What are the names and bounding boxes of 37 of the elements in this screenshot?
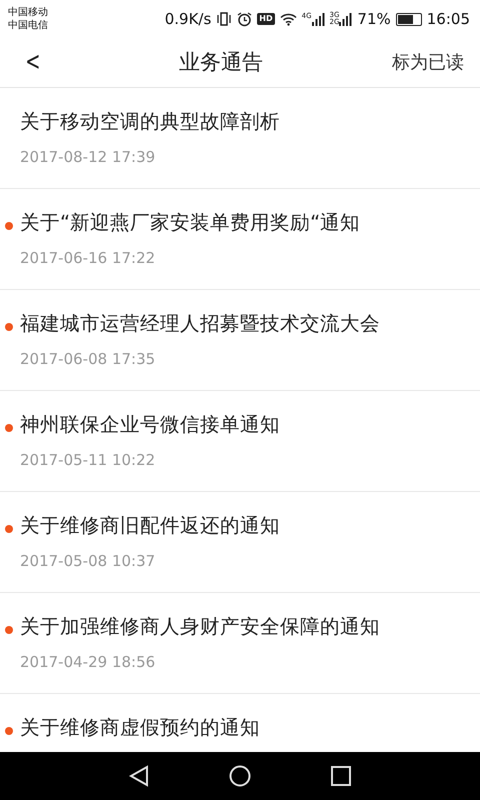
notice-date: 2017-08-12 17:39 bbox=[20, 147, 156, 168]
notice-title: 福建城市运营经理人招募暨技术交流大会 bbox=[20, 311, 381, 337]
notice-date: 2017-06-16 17:22 bbox=[20, 248, 156, 269]
clock-time: 16:05 bbox=[426, 8, 470, 30]
recents-icon[interactable] bbox=[331, 766, 351, 786]
notice-title: 关于“新迎燕厂家安装单费用奖励“通知 bbox=[20, 210, 362, 236]
hd-badge: HD bbox=[257, 13, 275, 25]
mark-read-button[interactable]: 标为已读 bbox=[392, 49, 464, 76]
notice-date: 2017-05-11 10:22 bbox=[20, 450, 156, 471]
wifi-icon bbox=[280, 12, 297, 26]
page-title: 业务通告 bbox=[178, 48, 263, 76]
notice-title: 关于加强维修商人身财产安全保障的通知 bbox=[20, 614, 381, 640]
vibrate-icon bbox=[216, 12, 232, 26]
notice-date: 2017-04-29 18:56 bbox=[20, 652, 156, 673]
back-icon[interactable] bbox=[129, 765, 149, 787]
notice-item[interactable]: 关于加强维修商人身财产安全保障的通知 2017-04-29 18:56 bbox=[0, 593, 480, 694]
notice-date: 2017-06-08 17:35 bbox=[20, 349, 156, 370]
notice-item[interactable]: 福建城市运营经理人招募暨技术交流大会 2017-06-08 17:35 bbox=[0, 290, 480, 391]
notice-item[interactable]: 关于“新迎燕厂家安装单费用奖励“通知 2017-06-16 17:22 bbox=[0, 189, 480, 290]
back-button[interactable]: < bbox=[21, 43, 45, 82]
notice-item[interactable]: 神州联保企业号微信接单通知 2017-05-11 10:22 bbox=[0, 391, 480, 492]
carrier-name: 中国电信 bbox=[8, 19, 48, 32]
home-icon[interactable] bbox=[229, 765, 251, 787]
notice-title: 神州联保企业号微信接单通知 bbox=[20, 412, 281, 438]
notice-title: 关于维修商旧配件返还的通知 bbox=[20, 513, 281, 539]
notice-date: 2017-05-08 10:37 bbox=[20, 551, 156, 572]
notice-title: 关于维修商虚假预约的通知 bbox=[20, 715, 261, 741]
notice-item[interactable]: 关于移动空调的典型故障剖析 2017-08-12 17:39 bbox=[0, 88, 480, 189]
notice-item[interactable]: 关于维修商旧配件返还的通知 2017-05-08 10:37 bbox=[0, 492, 480, 593]
signal-icon bbox=[339, 12, 352, 26]
battery-icon bbox=[396, 12, 422, 26]
network-speed: 0.9K/s bbox=[164, 8, 212, 30]
alarm-icon bbox=[237, 12, 252, 26]
notice-title: 关于移动空调的典型故障剖析 bbox=[20, 109, 281, 135]
battery-percent: 71% bbox=[357, 8, 391, 30]
carrier-name: 中国移动 bbox=[8, 6, 48, 19]
signal-icon bbox=[312, 12, 325, 26]
